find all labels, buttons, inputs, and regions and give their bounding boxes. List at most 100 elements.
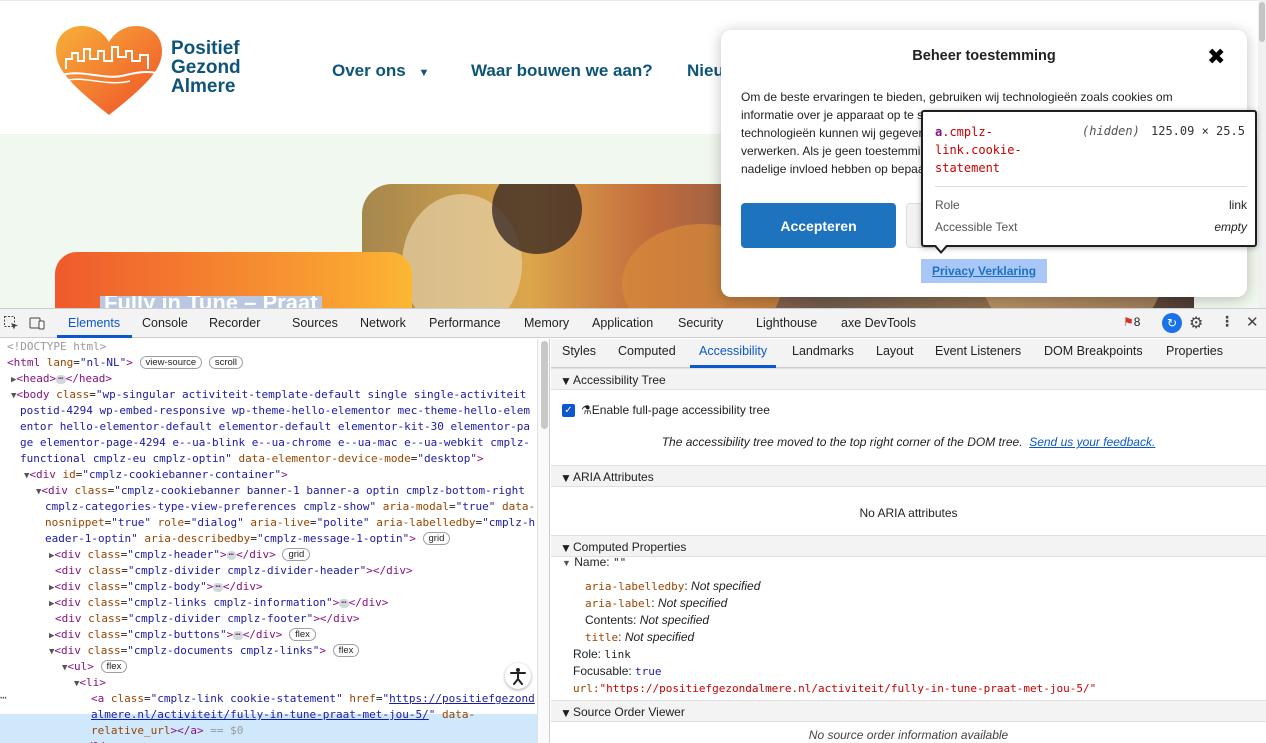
child-cmplz-header[interactable]: ▶<div class="cmplz-header"> ⋯ </div> grid	[49, 547, 311, 563]
tab-axe-devtools[interactable]: axe DevTools	[841, 316, 916, 330]
tab-styles[interactable]: Styles	[562, 344, 596, 358]
aria-empty-message: No ARIA attributes	[859, 506, 958, 520]
banner-node[interactable]: ▼<div class="cmplz-cookiebanner banner-1…	[36, 483, 525, 499]
tooltip-role-row: Role link	[935, 198, 1247, 212]
tab-application[interactable]: Application	[592, 316, 653, 330]
container-node[interactable]: ▼<div id="cmplz-cookiebanner-container">	[24, 467, 288, 483]
close-icon[interactable]: ✖	[1207, 44, 1225, 70]
issue-flag-icon: ⚑	[1123, 315, 1134, 329]
accessibility-tree-toggle[interactable]	[505, 663, 531, 689]
body-class-end: functional cmplz-eu cmplz-optin" data-el…	[20, 452, 484, 465]
hero-title: Fully in Tune – Praat	[100, 296, 322, 308]
more-options-icon[interactable]: ⋮	[1220, 313, 1234, 330]
inspector-tooltip: a.cmplz-link.cookie-statement (hidden) 1…	[921, 110, 1257, 247]
scrollbar-thumb[interactable]	[541, 341, 548, 429]
tab-performance[interactable]: Performance	[429, 316, 501, 330]
tab-memory[interactable]: Memory	[524, 316, 569, 330]
contents-property: Contents: Not specified	[585, 613, 710, 627]
grid-badge[interactable]: grid	[282, 548, 311, 561]
website-viewport: Positief Gezond Almere Over ons ▼ Waar b…	[0, 0, 1266, 308]
accessibility-tree-header[interactable]: ▼ Accessibility Tree	[551, 368, 1266, 390]
ul-node[interactable]: ▼<ul> flex	[62, 659, 128, 675]
child-divider-footer[interactable]: <div class="cmplz-divider cmplz-footer">…	[55, 611, 360, 627]
logo-line: Gezond	[171, 57, 241, 78]
name-property[interactable]: ▼ Name: ""	[562, 555, 626, 569]
logo-wordmark[interactable]: Positief Gezond Almere	[171, 39, 241, 96]
tooltip-text-row: Accessible Text empty	[935, 220, 1247, 234]
gear-icon[interactable]: ⚙	[1189, 313, 1203, 333]
tab-elements[interactable]: Elements	[68, 316, 120, 330]
view-source-badge[interactable]: view-source	[139, 356, 203, 369]
tab-landmarks[interactable]: Landmarks	[792, 344, 854, 358]
head-node[interactable]: ▶<head> ⋯ </head>	[11, 371, 112, 387]
body-class-continued: ge elementor-page-4294 e--ua-blink e--ua…	[20, 436, 530, 449]
banner-attrs: nosnippet="true" role="dialog" aria-live…	[45, 516, 536, 529]
tab-recorder[interactable]: Recorder	[209, 316, 260, 330]
scrollbar-thumb[interactable]	[1259, 2, 1265, 42]
tab-accessibility[interactable]: Accessibility	[699, 344, 767, 358]
tab-layout[interactable]: Layout	[876, 344, 914, 358]
tab-properties[interactable]: Properties	[1166, 344, 1223, 358]
elements-scrollbar[interactable]	[537, 339, 550, 743]
accept-button[interactable]: Accepteren	[741, 203, 896, 248]
source-order-empty-message: No source order information available	[808, 728, 1009, 742]
li-node[interactable]: ▼<li>	[74, 675, 106, 691]
tooltip-selector: a.cmplz-link.cookie-statement	[935, 125, 1022, 175]
child-cmplz-links-info[interactable]: ▶<div class="cmplz-links cmplz-informati…	[49, 595, 388, 611]
title-property: title: Not specified	[585, 630, 695, 644]
tab-lighthouse[interactable]: Lighthouse	[756, 316, 817, 330]
extension-icon[interactable]: ↻	[1162, 313, 1182, 333]
privacy-statement-link[interactable]: Privacy Verklaring	[921, 259, 1047, 283]
flex-badge[interactable]: flex	[332, 644, 360, 657]
close-icon[interactable]: ✕	[1246, 313, 1259, 331]
tree-moved-note: The accessibility tree moved to the top …	[661, 435, 1156, 449]
flex-badge[interactable]: flex	[289, 628, 316, 641]
body-class-continued: entor hello-elementor-default elementor-…	[20, 420, 530, 433]
feedback-link[interactable]: Send us your feedback.	[1029, 435, 1155, 449]
nav-over-ons[interactable]: Over ons ▼	[332, 61, 429, 81]
nav-nieuws[interactable]: Nieu	[687, 61, 724, 81]
sidebar-pane: Styles Computed Accessibility Landmarks …	[551, 339, 1266, 743]
tab-console[interactable]: Console	[142, 316, 188, 330]
active-tab-indicator	[57, 335, 132, 338]
selected-node-ellipsis: ⋯	[0, 691, 7, 704]
selected-link-end: relative_url></a> == $0	[91, 724, 244, 737]
scroll-badge[interactable]: scroll	[208, 356, 243, 369]
enable-tree-checkbox[interactable]: ✓	[562, 404, 575, 417]
body-class-continued: postid-4294 wp-embed-responsive wp-theme…	[20, 404, 530, 417]
tab-sources[interactable]: Sources	[292, 316, 338, 330]
tab-dom-breakpoints[interactable]: DOM Breakpoints	[1044, 344, 1143, 358]
li-close[interactable]: </li>	[80, 739, 113, 743]
flask-icon: ⚗	[581, 403, 592, 417]
tooltip-divider	[935, 186, 1247, 187]
tab-network[interactable]: Network	[360, 316, 406, 330]
doctype-line[interactable]: <!DOCTYPE html>	[7, 339, 106, 355]
child-divider-header[interactable]: <div class="cmplz-divider cmplz-divider-…	[55, 563, 413, 579]
tab-event-listeners[interactable]: Event Listeners	[935, 344, 1021, 358]
selected-link-href[interactable]: almere.nl/activiteit/fully-in-tune-praat…	[91, 707, 475, 723]
aria-label-property: aria-label: Not specified	[585, 596, 728, 610]
source-order-viewer-header[interactable]: ▼ Source Order Viewer	[551, 700, 1266, 722]
issues-badge[interactable]: ⚑8	[1123, 315, 1140, 329]
html-node[interactable]: <html lang="nl-NL"> view-source scroll	[7, 355, 243, 371]
elements-dom-tree[interactable]: <!DOCTYPE html> <html lang="nl-NL"> view…	[0, 339, 537, 743]
device-toolbar-icon[interactable]	[29, 315, 45, 331]
computed-properties-header[interactable]: ▼ Computed Properties	[551, 535, 1266, 557]
heart-logo-icon[interactable]	[54, 25, 164, 117]
grid-badge[interactable]: grid	[422, 532, 451, 545]
flex-badge[interactable]: flex	[100, 660, 128, 673]
nav-waar-bouwen[interactable]: Waar bouwen we aan?	[471, 61, 653, 81]
child-cmplz-body[interactable]: ▶<div class="cmplz-body"> ⋯ </div>	[49, 579, 263, 595]
tab-computed[interactable]: Computed	[618, 344, 676, 358]
body-node[interactable]: ▼<body class="wp-singular activiteit-tem…	[11, 387, 526, 403]
child-cmplz-buttons[interactable]: ▶<div class="cmplz-buttons"> ⋯ </div> flex	[49, 627, 316, 643]
aria-attributes-header[interactable]: ▼ ARIA Attributes	[551, 465, 1266, 487]
tab-security[interactable]: Security	[678, 316, 723, 330]
page-scrollbar[interactable]	[1258, 0, 1266, 308]
inspect-element-icon[interactable]	[3, 315, 19, 331]
tooltip-size: 125.09 × 25.5	[1151, 124, 1245, 138]
child-cmplz-documents[interactable]: ▼<div class="cmplz-documents cmplz-links…	[49, 643, 360, 659]
selected-link-node[interactable]: <a class="cmplz-link cookie-statement" h…	[91, 691, 535, 707]
banner-attrs: eader-1-optin" aria-describedby="cmplz-m…	[45, 531, 451, 547]
role-property: Role: link	[573, 647, 631, 661]
